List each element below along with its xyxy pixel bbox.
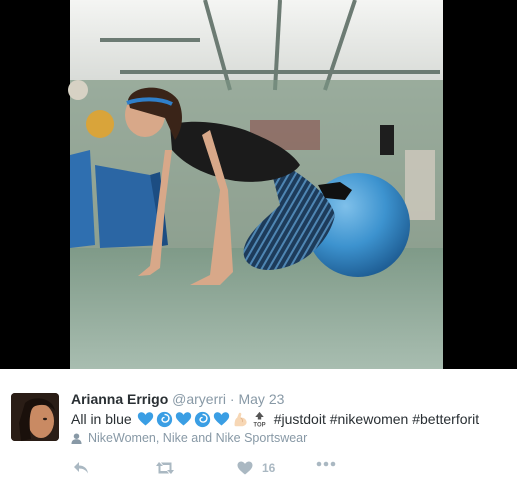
blue-heart-icon bbox=[213, 411, 229, 425]
more-dots-icon bbox=[316, 461, 336, 467]
tagged-people[interactable]: NikeWomen, Nike and Nike Sportswear bbox=[71, 431, 307, 445]
cyclone-icon bbox=[156, 411, 172, 427]
avatar[interactable] bbox=[11, 393, 59, 441]
author-name[interactable]: Arianna Errigo bbox=[71, 391, 168, 407]
author-handle[interactable]: @aryerri bbox=[172, 391, 226, 407]
cyclone-icon bbox=[194, 411, 210, 427]
tweet-header: Arianna Errigo @aryerri · May 23 bbox=[71, 391, 284, 407]
like-button[interactable]: 16 bbox=[237, 461, 275, 475]
tweet-hashtags[interactable]: #justdoit #nikewomen #betterforit bbox=[274, 411, 479, 427]
blue-heart-icon bbox=[137, 411, 153, 425]
photo-woman-fitness-ball bbox=[68, 0, 443, 369]
avatar-image bbox=[11, 393, 59, 441]
flexed-biceps-icon bbox=[234, 412, 247, 426]
person-icon bbox=[71, 432, 82, 444]
tweet-actions: 16 bbox=[71, 461, 371, 479]
tweet-date[interactable]: May 23 bbox=[238, 391, 284, 407]
retweet-icon bbox=[156, 462, 174, 474]
header-separator: · bbox=[229, 391, 235, 407]
svg-text:TOP: TOP bbox=[253, 422, 265, 428]
reply-icon bbox=[74, 462, 88, 474]
blue-heart-icon bbox=[175, 411, 191, 425]
retweet-button[interactable] bbox=[155, 461, 175, 475]
tweet-text: All in blue TOP #justdoit #nikewomen #be… bbox=[71, 409, 479, 429]
more-button[interactable] bbox=[316, 461, 336, 467]
top-arrow-icon: TOP bbox=[253, 411, 265, 428]
like-count: 16 bbox=[262, 461, 276, 475]
tweet-photo[interactable] bbox=[0, 0, 517, 369]
tagged-people-text[interactable]: NikeWomen, Nike and Nike Sportswear bbox=[88, 431, 307, 445]
heart-icon bbox=[237, 461, 253, 475]
tweet-text-prefix: All in blue bbox=[71, 411, 132, 427]
reply-button[interactable] bbox=[73, 461, 89, 475]
tweet: Arianna Errigo @aryerri · May 23 All in … bbox=[0, 369, 517, 496]
